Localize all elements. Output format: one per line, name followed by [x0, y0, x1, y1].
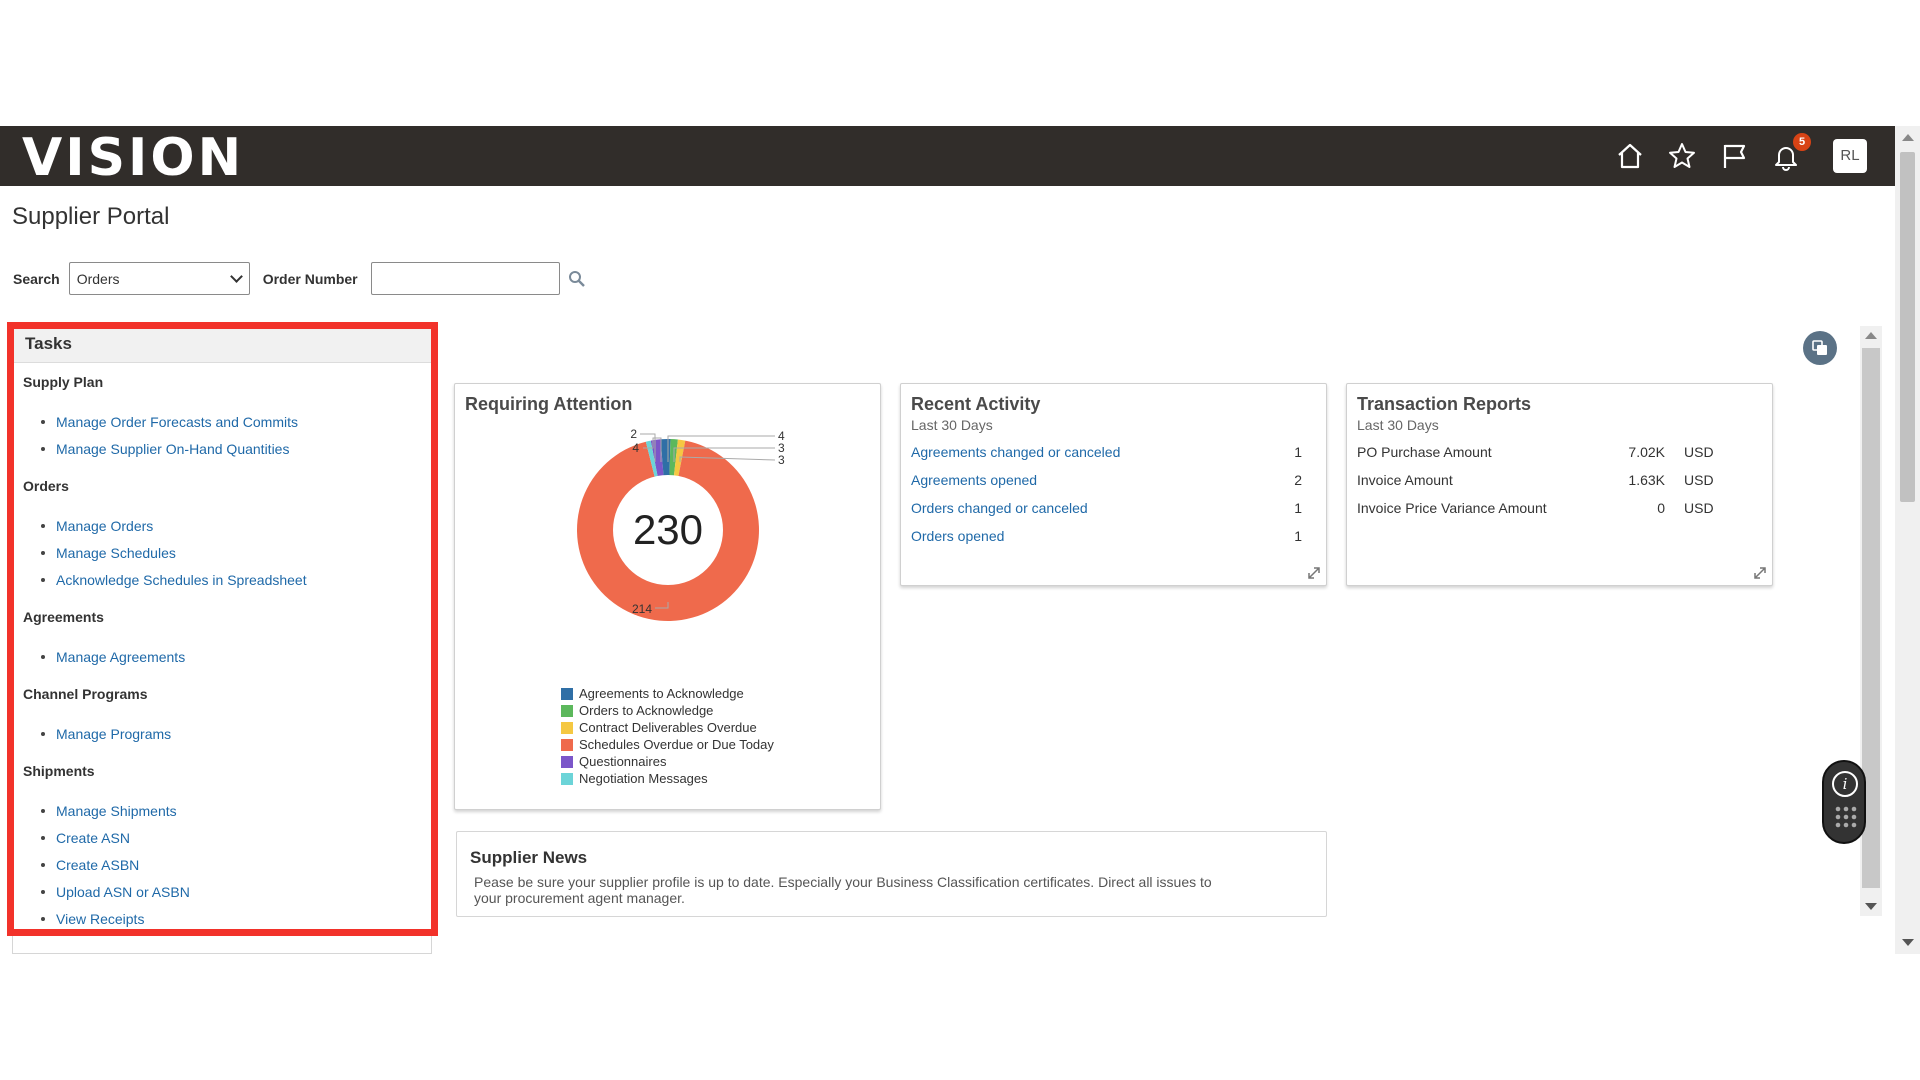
grid-dots-icon[interactable] [1835, 806, 1857, 834]
transaction-reports-card: Transaction Reports Last 30 Days PO Purc… [1346, 383, 1773, 586]
legend-swatch [561, 687, 573, 700]
activity-link[interactable]: Orders changed or canceled [911, 500, 1088, 520]
page-title: Supplier Portal [12, 203, 170, 230]
activity-link[interactable]: Agreements changed or canceled [911, 444, 1120, 464]
home-icon[interactable] [1613, 139, 1647, 173]
report-currency: USD [1684, 500, 1714, 516]
scroll-down-arrow-icon[interactable] [1865, 903, 1877, 910]
legend-swatch [561, 704, 573, 717]
legend-item[interactable]: Questionnaires [561, 753, 774, 770]
supplier-news-title: Supplier News [470, 848, 588, 867]
tasks-highlight-box [7, 322, 438, 936]
scroll-thumb[interactable] [1900, 152, 1915, 502]
order-number-label: Order Number [262, 270, 358, 287]
scroll-down-arrow-icon[interactable] [1902, 939, 1914, 946]
legend-item[interactable]: Agreements to Acknowledge [561, 685, 774, 702]
callout-label: 214 [632, 602, 652, 616]
guided-help-widget[interactable]: i [1822, 760, 1866, 844]
report-currency: USD [1684, 472, 1714, 488]
supplier-news-text: Pease be sure your supplier profile is u… [474, 874, 1212, 906]
supplier-news-card: Supplier News Pease be sure your supplie… [456, 831, 1327, 917]
legend-label: Agreements to Acknowledge [579, 686, 744, 701]
legend-swatch [561, 755, 573, 768]
user-avatar[interactable]: RL [1833, 139, 1867, 173]
activity-count: 2 [1294, 472, 1302, 488]
report-value: 0 [1657, 500, 1665, 516]
report-row: Invoice Amount 1.63K USD [1357, 472, 1757, 492]
activity-count: 1 [1294, 444, 1302, 460]
expand-icon[interactable] [1754, 567, 1766, 579]
activity-row: Orders changed or canceled 1 [911, 500, 1302, 520]
legend-item[interactable]: Orders to Acknowledge [561, 702, 774, 719]
report-label: Invoice Amount [1357, 472, 1453, 488]
search-type-value: Orders [76, 270, 120, 287]
legend-label: Negotiation Messages [579, 771, 708, 786]
star-icon[interactable] [1665, 139, 1699, 173]
activity-row: Agreements opened 2 [911, 472, 1302, 492]
activity-row: Orders opened 1 [911, 528, 1302, 548]
chevron-down-icon [229, 269, 243, 283]
notification-badge: 5 [1793, 133, 1811, 151]
legend-item[interactable]: Schedules Overdue or Due Today [561, 736, 774, 753]
header-icons: 5 RL [1595, 133, 1867, 173]
search-label: Search [13, 270, 60, 287]
legend-label: Orders to Acknowledge [579, 703, 714, 718]
activity-count: 1 [1294, 528, 1302, 544]
bell-icon[interactable]: 5 [1769, 133, 1811, 173]
requiring-attention-card: Requiring Attention 230 2 4 4 3 3 214 Ag… [454, 383, 881, 810]
report-row: Invoice Price Variance Amount 0 USD [1357, 500, 1757, 520]
search-type-select[interactable]: Orders [68, 262, 250, 295]
callout-label: 3 [778, 453, 785, 467]
legend-label: Questionnaires [579, 754, 667, 769]
search-icon[interactable] [568, 270, 586, 288]
donut-total: 230 [633, 506, 703, 553]
activity-link[interactable]: Orders opened [911, 528, 1004, 548]
page-scrollbar[interactable] [1895, 126, 1920, 954]
report-value: 1.63K [1628, 472, 1665, 488]
recent-activity-title: Recent Activity [911, 394, 1041, 414]
report-label: Invoice Price Variance Amount [1357, 500, 1547, 516]
transaction-reports-subtitle: Last 30 Days [1357, 417, 1439, 433]
activity-link[interactable]: Agreements opened [911, 472, 1037, 492]
legend-swatch [561, 721, 573, 734]
activity-count: 1 [1294, 500, 1302, 516]
scroll-up-arrow-icon[interactable] [1902, 134, 1914, 141]
report-row: PO Purchase Amount 7.02K USD [1357, 444, 1757, 464]
recent-activity-subtitle: Last 30 Days [911, 417, 993, 433]
recent-activity-card: Recent Activity Last 30 Days Agreements … [900, 383, 1327, 586]
info-icon[interactable]: i [1832, 771, 1858, 797]
report-label: PO Purchase Amount [1357, 444, 1492, 460]
callout-label: 4 [632, 441, 639, 455]
flag-icon[interactable] [1717, 139, 1751, 173]
report-currency: USD [1684, 444, 1714, 460]
legend-item[interactable]: Negotiation Messages [561, 770, 774, 787]
callout-label: 2 [630, 427, 637, 441]
layers-icon [1812, 340, 1827, 355]
legend-item[interactable]: Contract Deliverables Overdue [561, 719, 774, 736]
scroll-up-arrow-icon[interactable] [1865, 332, 1877, 339]
activity-row: Agreements changed or canceled 1 [911, 444, 1302, 464]
legend-swatch [561, 772, 573, 785]
chart-legend: Agreements to Acknowledge Orders to Ackno… [561, 685, 774, 787]
legend-label: Contract Deliverables Overdue [579, 720, 757, 735]
transaction-reports-title: Transaction Reports [1357, 394, 1532, 414]
expand-icon[interactable] [1308, 567, 1320, 579]
search-bar: Search Orders Order Number [13, 262, 586, 295]
dashboard-layout-button[interactable] [1803, 331, 1837, 365]
legend-swatch [561, 738, 573, 751]
vision-logo[interactable]: VISION [22, 132, 244, 184]
requiring-attention-title: Requiring Attention [465, 394, 633, 414]
report-value: 7.02K [1628, 444, 1665, 460]
requiring-attention-donut-chart[interactable]: 230 2 4 4 3 3 214 [455, 424, 882, 644]
legend-label: Schedules Overdue or Due Today [579, 737, 774, 752]
order-number-input[interactable] [370, 262, 560, 295]
global-header: VISION 5 RL [0, 126, 1895, 186]
